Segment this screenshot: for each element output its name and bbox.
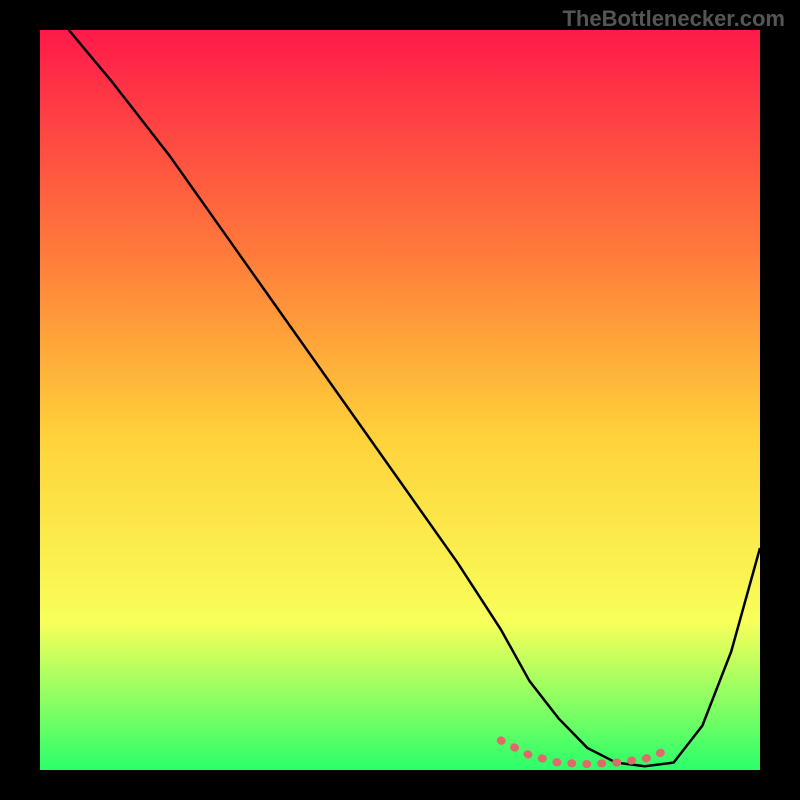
chart-container: { "watermark": "TheBottlenecker.com", "c… [0,0,800,800]
watermark-text: TheBottlenecker.com [562,6,785,32]
plot-area [40,30,760,770]
chart-svg [40,30,760,770]
gradient-background [40,30,760,770]
